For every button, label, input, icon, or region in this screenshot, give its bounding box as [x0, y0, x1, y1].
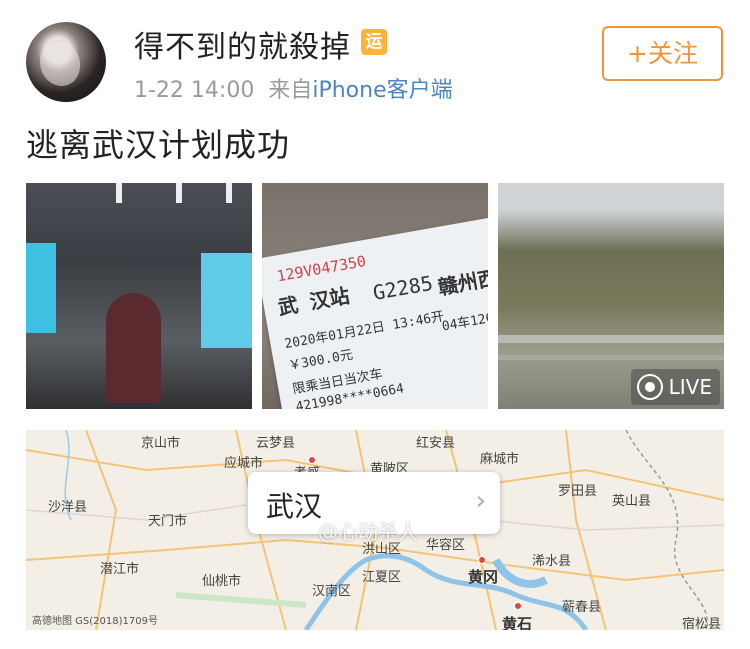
weibo-watermark: @心动杀人 — [318, 520, 418, 544]
location-map[interactable]: 京山市 云梦县 应城市 孝感 黄陂区 红安县 麻城市 罗田县 英山县 沙洋县 天… — [26, 430, 724, 630]
ticket-to: 赣州西 — [436, 265, 488, 300]
member-badge-icon[interactable]: 运 — [361, 29, 387, 55]
post-text: 逃离武汉计划成功 — [26, 126, 291, 164]
username[interactable]: 得不到的就殺掉 — [134, 22, 351, 66]
map-city-label: 京山市 — [141, 436, 181, 451]
photo-light-shape — [116, 183, 122, 203]
photo-person-shape — [106, 293, 161, 403]
ticket-seat: 04车12C号 二等座 — [440, 300, 488, 335]
map-city-label: 云梦县 — [256, 436, 296, 451]
source-link[interactable]: iPhone客户端 — [312, 78, 452, 103]
photo-rail-shape — [498, 335, 724, 343]
ticket-train: G2285 — [371, 270, 435, 305]
map-city-label: 华容区 — [426, 538, 466, 553]
map-city-label: 潜江市 — [100, 562, 140, 577]
photo-rail-shape — [498, 355, 724, 360]
ticket-from: 武 汉站 — [276, 283, 352, 320]
map-city-label: 罗田县 — [558, 484, 598, 499]
map-city-label: 仙桃市 — [202, 574, 242, 589]
map-city-label: 应城市 — [224, 456, 264, 471]
photo-screen-shape — [26, 243, 56, 333]
live-photo-badge[interactable]: LIVE — [630, 369, 720, 405]
photo-station[interactable] — [26, 183, 252, 409]
map-pin-icon — [478, 556, 486, 564]
map-city-label: 黄石 — [502, 615, 533, 630]
photo-light-shape — [176, 183, 182, 203]
map-pin-icon — [514, 602, 522, 610]
map-city-label: 蕲春县 — [562, 600, 602, 615]
photo-screen-shape — [201, 253, 252, 348]
post-time: 1-22 14:00 — [134, 78, 255, 103]
map-provider: 高德地图 GS(2018)1709号 — [32, 616, 158, 627]
map-city-label: 汉南区 — [312, 584, 352, 599]
map-city-label: 麻城市 — [480, 452, 520, 467]
ticket-code: 129V047350 — [275, 252, 368, 286]
map-city-label: 天门市 — [148, 514, 188, 529]
train-ticket: 129V047350 武 汉站 G2285 赣州西 2020年01月22日 13… — [262, 213, 488, 409]
map-city-label: 红安县 — [416, 436, 456, 451]
avatar[interactable] — [26, 22, 106, 102]
map-city-label: 黄冈 — [468, 568, 499, 586]
follow-button[interactable]: +关注 — [602, 26, 723, 81]
live-label: LIVE — [668, 375, 712, 399]
map-city-label: 沙洋县 — [48, 500, 88, 515]
post-meta: 1-22 14:00 来自iPhone客户端 — [134, 72, 453, 104]
live-photo-icon — [636, 374, 663, 400]
map-city-label: 宿松县 — [682, 617, 722, 630]
map-city-label: 浠水县 — [532, 554, 572, 569]
photo-ticket[interactable]: 129V047350 武 汉站 G2285 赣州西 2020年01月22日 13… — [262, 183, 488, 409]
photo-train-window[interactable]: LIVE — [498, 183, 724, 409]
photo-light-shape — [226, 183, 232, 203]
map-city-label: 英山县 — [612, 494, 652, 509]
chevron-right-icon: › — [475, 486, 486, 516]
source-prefix: 来自 — [268, 78, 313, 103]
map-city-label: 江夏区 — [362, 570, 402, 585]
map-pin-icon — [308, 456, 316, 464]
map-location-name: 武汉 — [266, 490, 323, 523]
